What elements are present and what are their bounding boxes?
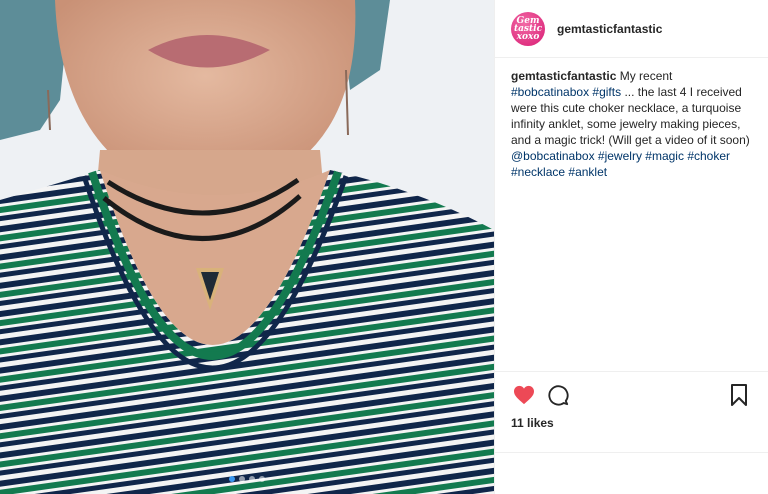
hashtag-link[interactable]: #jewelry — [598, 149, 642, 163]
carousel-dot-active — [229, 476, 235, 482]
instagram-post: Gem tastic xoxo gemtasticfantastic gemta… — [0, 0, 768, 494]
caption-username[interactable]: gemtasticfantastic — [511, 69, 616, 83]
carousel-indicator — [0, 476, 494, 482]
carousel-dot — [249, 476, 255, 482]
post-side-panel: Gem tastic xoxo gemtasticfantastic gemta… — [494, 0, 768, 494]
heart-icon[interactable] — [511, 382, 537, 408]
post-username[interactable]: gemtasticfantastic — [557, 22, 662, 36]
comment-icon[interactable] — [545, 382, 571, 408]
bookmark-icon[interactable] — [726, 382, 752, 408]
post-header: Gem tastic xoxo gemtasticfantastic — [495, 0, 768, 58]
hashtag-link[interactable]: #magic — [645, 149, 684, 163]
add-comment-area[interactable] — [495, 452, 768, 494]
caption: gemtasticfantastic My recent #bobcatinab… — [495, 58, 768, 371]
photo-illustration — [0, 0, 494, 494]
avatar-logo-text: Gem tastic xoxo — [513, 15, 543, 42]
likes-count[interactable]: 11 likes — [511, 416, 752, 430]
caption-text: My recent #bobcatinabox #gifts ... the l… — [511, 69, 750, 179]
carousel-dot — [259, 476, 265, 482]
hashtag-link[interactable]: #gifts — [592, 85, 621, 99]
caption-fragment: My recent — [616, 69, 673, 83]
carousel-dot — [239, 476, 245, 482]
hashtag-link[interactable]: #anklet — [568, 165, 607, 179]
post-photo[interactable] — [0, 0, 494, 494]
hashtag-link[interactable]: @bobcatinabox — [511, 149, 595, 163]
post-actions: 11 likes — [495, 371, 768, 430]
hashtag-link[interactable]: #bobcatinabox — [511, 85, 589, 99]
hashtag-link[interactable]: #necklace — [511, 165, 565, 179]
avatar[interactable]: Gem tastic xoxo — [511, 11, 545, 46]
hashtag-link[interactable]: #choker — [687, 149, 730, 163]
